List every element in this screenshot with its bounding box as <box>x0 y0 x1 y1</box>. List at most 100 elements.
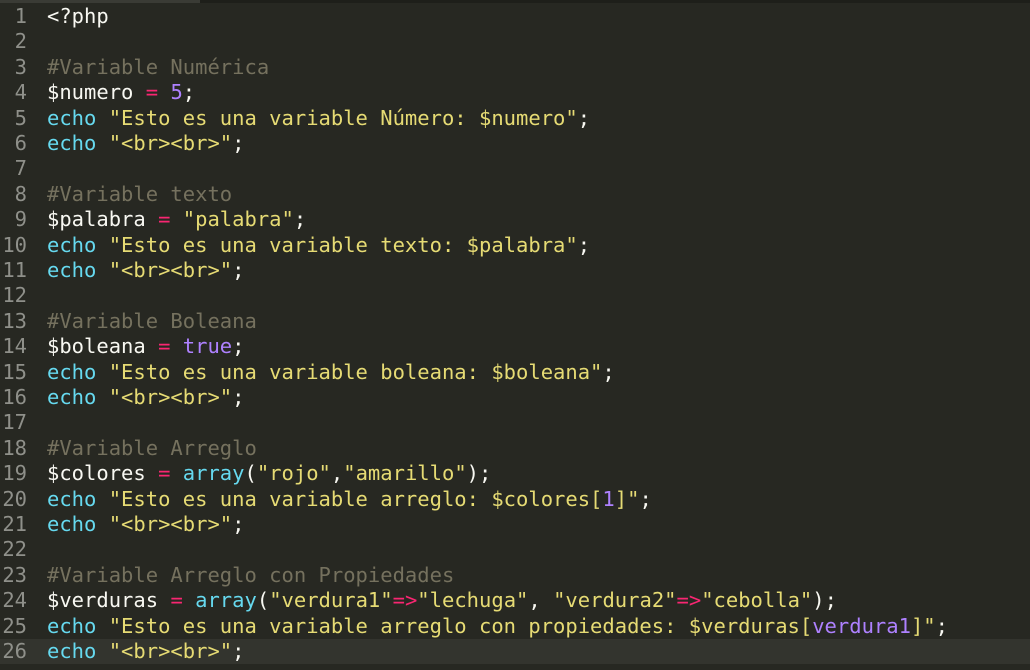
code-token: ( <box>244 461 257 486</box>
code-line[interactable]: 14 $boleana = true; <box>0 334 1030 359</box>
line-number: 2 <box>14 29 27 54</box>
code-token: ; <box>935 613 948 638</box>
code-text[interactable]: <?php <box>47 4 109 29</box>
tab-edge <box>0 0 200 3</box>
code-line[interactable]: 6 echo "<br><br>"; <box>0 131 1030 156</box>
line-number: 8 <box>14 181 27 206</box>
code-text[interactable]: #Variable Numérica <box>47 55 269 80</box>
code-token: "verdura1" <box>269 588 393 613</box>
code-token: ]" <box>614 486 640 511</box>
code-line[interactable]: 12 <box>0 283 1030 308</box>
code-text[interactable]: echo "Esto es una variable Número: $nume… <box>47 106 590 131</box>
code-line[interactable]: 19 $colores = array("rojo","amarillo"); <box>0 461 1030 486</box>
code-text[interactable]: #Variable Boleana <box>47 309 257 334</box>
code-text[interactable]: echo "<br><br>"; <box>47 385 244 410</box>
code-line[interactable]: 1 <?php <box>0 4 1030 29</box>
code-token: ); <box>812 588 837 613</box>
code-text[interactable]: #Variable Arreglo con Propiedades <box>47 563 454 588</box>
code-line[interactable]: 7 <box>0 156 1030 181</box>
code-token: "<br><br>" <box>108 258 233 282</box>
code-line[interactable]: 25 echo "Esto es una variable arreglo con… <box>0 614 1030 639</box>
code-line[interactable]: 26 echo "<br><br>"; <box>0 639 1030 665</box>
code-line[interactable]: 11 echo "<br><br>"; <box>0 258 1030 283</box>
code-line[interactable]: 22 <box>0 537 1030 562</box>
code-text[interactable]: echo "<br><br>"; <box>47 258 244 283</box>
code-line[interactable]: 8 #Variable texto <box>0 182 1030 207</box>
line-number: 6 <box>14 131 27 155</box>
code-line[interactable]: 20 echo "Esto es una variable arreglo: $c… <box>0 487 1030 512</box>
line-number: 12 <box>2 283 27 308</box>
code-token: "cebolla" <box>701 588 813 613</box>
line-number: 17 <box>2 410 27 435</box>
code-line[interactable]: 3 #Variable Numérica <box>0 55 1030 80</box>
code-line[interactable]: 5 echo "Esto es una variable Número: $num… <box>0 106 1030 131</box>
code-text[interactable]: $numero = 5; <box>47 80 195 105</box>
code-line[interactable]: 10 echo "Esto es una variable texto: $pal… <box>0 233 1030 258</box>
code-text[interactable]: echo "<br><br>"; <box>47 512 244 537</box>
code-token: ; <box>232 258 245 282</box>
code-token: ; <box>577 232 591 257</box>
code-token: "<br><br>" <box>108 639 233 663</box>
code-editor[interactable]: 1 <?php 2 3 #Variable Numérica 4 $numero = 5; 5… <box>0 0 1030 670</box>
code-line[interactable]: 17 <box>0 410 1030 435</box>
code-text[interactable]: echo "<br><br>"; <box>47 131 244 156</box>
code-token: "<br><br>" <box>108 512 233 536</box>
code-token: 1 <box>602 486 615 511</box>
code-text[interactable]: $colores = array("rojo","amarillo"); <box>47 461 491 486</box>
line-number: 10 <box>2 232 27 257</box>
code-token: echo <box>47 232 97 257</box>
code-token: $verduras <box>47 588 159 613</box>
line-number: 15 <box>2 359 27 384</box>
code-line[interactable]: 2 <box>0 29 1030 54</box>
code-line[interactable]: 9 $palabra = "palabra"; <box>0 207 1030 232</box>
line-number: 23 <box>2 562 27 587</box>
code-token: ; <box>577 105 591 130</box>
line-number: 22 <box>2 537 27 562</box>
code-text[interactable]: echo "Esto es una variable arreglo: $col… <box>47 487 652 512</box>
code-line[interactable]: 18 #Variable Arreglo <box>0 436 1030 461</box>
code-token: verdura1 <box>812 613 911 638</box>
code-token: = <box>170 588 183 613</box>
code-token: "lechuga" <box>417 588 529 613</box>
code-text[interactable]: $boleana = true; <box>47 334 245 359</box>
code-line[interactable]: 21 echo "<br><br>"; <box>0 512 1030 537</box>
line-number: 4 <box>14 80 27 105</box>
line-number: 9 <box>14 207 27 232</box>
code-line[interactable]: 15 echo "Esto es una variable boleana: $b… <box>0 360 1030 385</box>
code-line[interactable]: 23 #Variable Arreglo con Propiedades <box>0 563 1030 588</box>
code-text[interactable]: echo "<br><br>"; <box>47 639 244 664</box>
code-token: "rojo" <box>256 461 331 486</box>
line-number: 3 <box>14 54 27 79</box>
code-line[interactable]: 24 $verduras = array("verdura1"=>"lechuga… <box>0 588 1030 613</box>
code-token: #Variable Numérica <box>47 54 270 79</box>
code-line[interactable]: 16 echo "<br><br>"; <box>0 385 1030 410</box>
code-line[interactable]: 4 $numero = 5; <box>0 80 1030 105</box>
line-number: 5 <box>14 105 27 130</box>
code-text[interactable]: echo "Esto es una variable boleana: $bol… <box>47 360 615 385</box>
code-token: "verdura2" <box>553 588 677 613</box>
code-line[interactable]: 13 #Variable Boleana <box>0 309 1030 334</box>
code-text[interactable]: echo "Esto es una variable arreglo con p… <box>47 614 948 639</box>
code-text[interactable]: $palabra = "palabra"; <box>47 207 306 232</box>
code-text[interactable]: #Variable Arreglo <box>47 436 257 461</box>
code-text[interactable]: echo "Esto es una variable texto: $palab… <box>47 233 590 258</box>
code-token: echo <box>47 613 97 638</box>
line-number: 7 <box>14 156 27 181</box>
code-text[interactable]: $verduras = array("verdura1"=>"lechuga",… <box>47 588 837 613</box>
code-text[interactable]: #Variable texto <box>47 182 232 207</box>
code-token: "Esto es una variable arreglo con propie… <box>108 613 813 638</box>
